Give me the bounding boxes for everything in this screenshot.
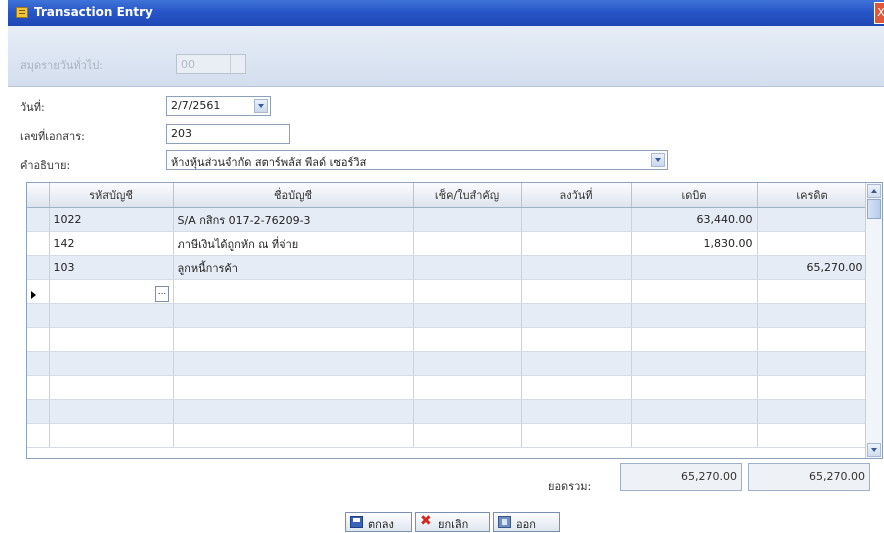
voucher-cell[interactable] (413, 231, 522, 256)
date-cell[interactable] (521, 231, 632, 256)
table-row-new[interactable] (27, 279, 868, 304)
table-row-empty[interactable] (27, 327, 868, 352)
account-name-cell[interactable]: ภาษีเงินได้ถูกหัก ณ ที่จ่าย (173, 231, 414, 256)
debit-cell[interactable]: 1,830.00 (631, 231, 758, 256)
date-cell[interactable] (521, 279, 632, 304)
table-row-empty[interactable] (27, 351, 868, 376)
description-value: ห้างหุ้นส่วนจำกัด สตาร์พลัส พีลด์ เซอร์ว… (171, 156, 367, 169)
date-picker[interactable]: 2/7/2561 (166, 96, 271, 116)
total-debit: 65,270.00 (620, 463, 742, 491)
col-header-account-code[interactable]: รหัสบัญชี (49, 183, 174, 208)
account-name-cell[interactable]: S/A กสิกร 017-2-76209-3 (173, 207, 414, 232)
scroll-down-icon[interactable] (867, 443, 881, 457)
total-credit: 65,270.00 (748, 463, 870, 491)
table-row-empty[interactable] (27, 303, 868, 328)
document-number-label: เลขที่เอกสาร: (20, 130, 85, 143)
table-row[interactable]: 103 ลูกหนี้การค้า 65,270.00 (27, 255, 868, 280)
exit-label: ออก (516, 518, 536, 531)
window-title: Transaction Entry (34, 5, 153, 19)
scroll-up-icon[interactable] (867, 184, 881, 198)
ok-label: ตกลง (368, 518, 394, 531)
close-button[interactable]: X (874, 2, 884, 24)
date-cell[interactable] (521, 207, 632, 232)
row-header[interactable] (27, 255, 50, 280)
table-row-empty[interactable] (27, 375, 868, 400)
voucher-cell[interactable] (413, 279, 522, 304)
table-row-empty[interactable] (27, 399, 868, 424)
debit-cell[interactable] (631, 255, 758, 280)
save-icon (350, 516, 363, 528)
credit-cell[interactable] (757, 279, 868, 304)
account-name-cell[interactable] (173, 279, 414, 304)
credit-cell[interactable] (757, 231, 868, 256)
debit-cell[interactable]: 63,440.00 (631, 207, 758, 232)
date-value: 2/7/2561 (171, 99, 221, 112)
table-row[interactable]: 1022 S/A กสิกร 017-2-76209-3 63,440.00 (27, 207, 868, 232)
date-cell[interactable] (521, 255, 632, 280)
grid-header-row: รหัสบัญชี ชื่อบัญชี เช็ค/ใบสำคัญ ลงวันที… (27, 183, 868, 208)
total-label: ยอดรวม: (548, 480, 592, 493)
voucher-cell[interactable] (413, 255, 522, 280)
col-header-date[interactable]: ลงวันที่ (521, 183, 632, 208)
journal-lines-grid: รหัสบัญชี ชื่อบัญชี เช็ค/ใบสำคัญ ลงวันที… (26, 182, 883, 459)
app-icon (16, 7, 28, 18)
journal-filter-bar: สมุดรายวันทั่วไป: 00 (8, 26, 884, 87)
account-code-cell[interactable]: 1022 (49, 207, 174, 232)
title-bar: Transaction Entry X (8, 0, 884, 26)
account-code-cell[interactable]: 142 (49, 231, 174, 256)
description-combobox[interactable]: ห้างหุ้นส่วนจำกัด สตาร์พลัส พีลด์ เซอร์ว… (166, 150, 668, 170)
exit-icon (498, 516, 511, 528)
spinner-buttons[interactable] (230, 55, 245, 73)
exit-button[interactable]: ออก (493, 512, 560, 532)
account-lookup-button[interactable]: ... (155, 286, 169, 302)
credit-cell[interactable] (757, 207, 868, 232)
account-code-cell[interactable]: 103 (49, 255, 174, 280)
journal-lines-table: รหัสบัญชี ชื่อบัญชี เช็ค/ใบสำคัญ ลงวันที… (27, 183, 868, 448)
grid-vertical-scrollbar[interactable] (865, 183, 882, 458)
transaction-entry-window: Transaction Entry X สมุดรายวันทั่วไป: 00… (8, 0, 884, 533)
row-header[interactable] (27, 207, 50, 232)
chevron-down-icon[interactable] (651, 153, 665, 167)
col-header-account-name[interactable]: ชื่อบัญชี (173, 183, 414, 208)
chevron-down-icon[interactable] (254, 99, 268, 113)
row-header-corner (27, 183, 50, 208)
journal-spinner[interactable]: 00 (176, 54, 246, 74)
current-row-pointer-icon (31, 291, 36, 299)
document-number-value: 203 (171, 127, 192, 140)
date-label: วันที่: (20, 101, 45, 114)
voucher-cell[interactable] (413, 207, 522, 232)
row-header[interactable] (27, 231, 50, 256)
col-header-debit[interactable]: เดบิต (631, 183, 758, 208)
cancel-button[interactable]: ✖ ยกเลิก (415, 512, 490, 532)
journal-label: สมุดรายวันทั่วไป: (20, 59, 103, 72)
account-name-cell[interactable]: ลูกหนี้การค้า (173, 255, 414, 280)
cancel-label: ยกเลิก (438, 518, 469, 531)
cancel-x-icon: ✖ (420, 513, 432, 529)
debit-cell[interactable] (631, 279, 758, 304)
table-row-empty[interactable] (27, 423, 868, 448)
col-header-credit[interactable]: เครดิต (757, 183, 868, 208)
description-label: คำอธิบาย: (20, 159, 71, 172)
document-number-input[interactable]: 203 (166, 124, 290, 144)
ok-button[interactable]: ตกลง (345, 512, 412, 532)
credit-cell[interactable]: 65,270.00 (757, 255, 868, 280)
scroll-thumb[interactable] (867, 199, 881, 219)
journal-value: 00 (181, 58, 195, 71)
table-row[interactable]: 142 ภาษีเงินได้ถูกหัก ณ ที่จ่าย 1,830.00 (27, 231, 868, 256)
col-header-voucher[interactable]: เช็ค/ใบสำคัญ (413, 183, 522, 208)
